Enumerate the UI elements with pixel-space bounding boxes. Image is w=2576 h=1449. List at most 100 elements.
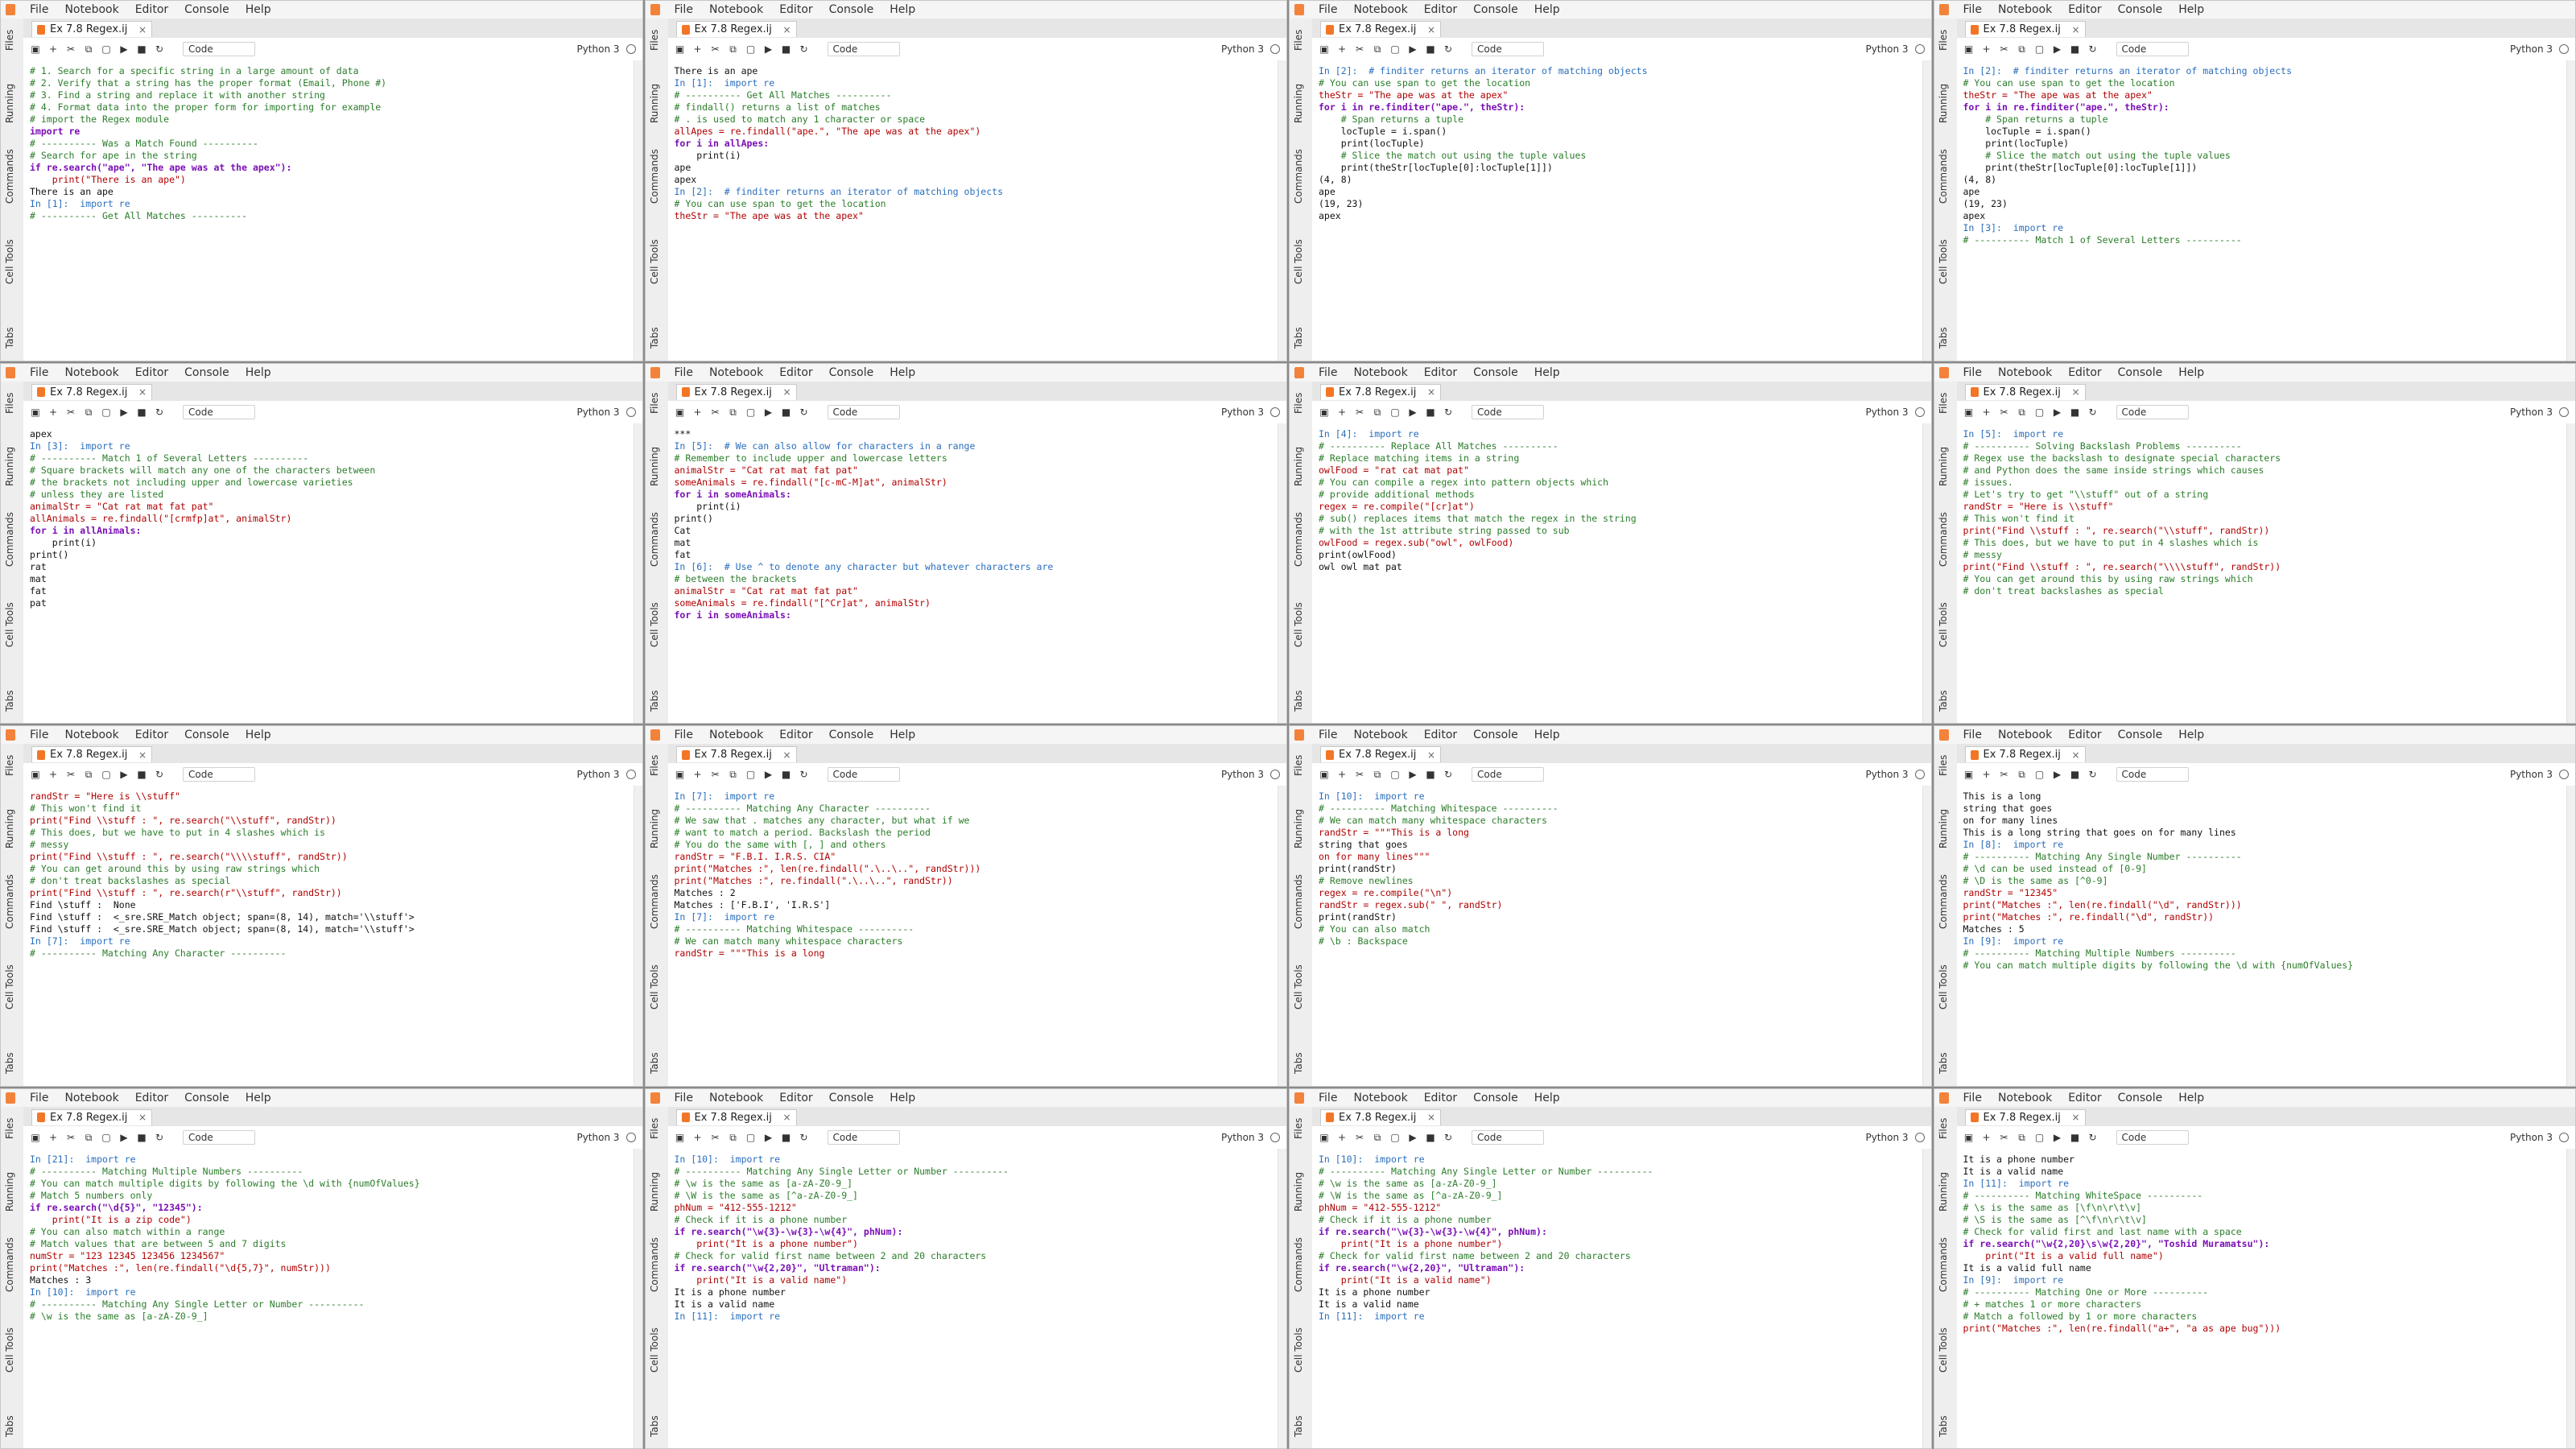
menu-editor[interactable]: Editor — [127, 1092, 176, 1104]
left-tab-cell-tools[interactable]: Cell Tools — [1938, 602, 1949, 647]
copy-icon[interactable]: ⧉ — [2017, 769, 2028, 780]
menu-help[interactable]: Help — [881, 3, 923, 16]
left-tab-tabs[interactable]: Tabs — [649, 327, 660, 349]
left-tab-tabs[interactable]: Tabs — [1938, 1415, 1949, 1437]
cut-icon[interactable]: ✂ — [710, 407, 721, 418]
close-icon[interactable]: × — [138, 24, 147, 35]
notebook-content[interactable]: In [7]: import re # ---------- Matching A… — [667, 786, 1286, 1086]
run-icon[interactable]: ▶ — [2052, 769, 2063, 780]
run-icon[interactable]: ▶ — [1407, 769, 1418, 780]
menu-notebook[interactable]: Notebook — [1345, 366, 1415, 379]
notebook-content[interactable]: In [10]: import re # ---------- Matching … — [667, 1148, 1286, 1448]
left-tab-commands[interactable]: Commands — [4, 149, 15, 204]
left-tab-commands[interactable]: Commands — [1938, 512, 1949, 567]
close-icon[interactable]: × — [2071, 749, 2079, 761]
notebook-tab[interactable]: Ex 7.8 Regex.ij × — [31, 383, 152, 400]
left-tab-running[interactable]: Running — [649, 446, 660, 485]
menu-console[interactable]: Console — [1465, 1092, 1526, 1104]
left-tab-commands[interactable]: Commands — [1293, 512, 1304, 567]
notebook-content[interactable]: In [2]: # finditer returns an iterator o… — [1312, 60, 1931, 361]
scrollbar[interactable] — [1922, 423, 1931, 723]
paste-icon[interactable]: ▢ — [745, 43, 757, 55]
left-tab-files[interactable]: Files — [1938, 392, 1949, 413]
menu-console[interactable]: Console — [821, 729, 882, 741]
cell-type-select[interactable]: Code — [827, 404, 900, 419]
notebook-content[interactable]: *** In [5]: # We can also allow for chara… — [667, 423, 1286, 723]
run-icon[interactable]: ▶ — [118, 769, 130, 780]
scrollbar[interactable] — [633, 786, 642, 1086]
notebook-tab[interactable]: Ex 7.8 Regex.ij × — [1320, 1108, 1441, 1125]
close-icon[interactable]: × — [1427, 24, 1435, 35]
copy-icon[interactable]: ⧉ — [1372, 1132, 1383, 1143]
left-tab-cell-tools[interactable]: Cell Tools — [4, 1327, 15, 1373]
cut-icon[interactable]: ✂ — [1999, 407, 2010, 418]
left-tab-cell-tools[interactable]: Cell Tools — [1293, 1327, 1304, 1373]
menu-help[interactable]: Help — [2170, 1092, 2212, 1104]
menu-notebook[interactable]: Notebook — [1345, 729, 1415, 741]
notebook-content[interactable]: It is a phone number It is a valid name In… — [1956, 1148, 2575, 1448]
left-tab-tabs[interactable]: Tabs — [1938, 690, 1949, 712]
cell-type-select[interactable]: Code — [1472, 767, 1544, 782]
left-tab-cell-tools[interactable]: Cell Tools — [649, 964, 660, 1009]
menu-editor[interactable]: Editor — [2060, 366, 2109, 379]
notebook-tab[interactable]: Ex 7.8 Regex.ij × — [675, 21, 797, 37]
left-tab-files[interactable]: Files — [1293, 1117, 1304, 1138]
restart-icon[interactable]: ↻ — [1443, 1132, 1454, 1143]
left-tab-tabs[interactable]: Tabs — [4, 327, 15, 349]
menu-console[interactable]: Console — [176, 366, 237, 379]
add-cell-icon[interactable]: + — [692, 1132, 704, 1143]
close-icon[interactable]: × — [2071, 24, 2079, 35]
menu-console[interactable]: Console — [2110, 3, 2171, 16]
menu-file[interactable]: File — [1955, 366, 1990, 379]
left-tab-cell-tools[interactable]: Cell Tools — [1293, 602, 1304, 647]
stop-icon[interactable]: ■ — [1425, 769, 1436, 780]
cell-type-select[interactable]: Code — [827, 42, 900, 56]
save-icon[interactable]: ▣ — [675, 407, 686, 418]
menu-help[interactable]: Help — [2170, 366, 2212, 379]
left-tab-commands[interactable]: Commands — [1293, 1237, 1304, 1292]
left-tab-cell-tools[interactable]: Cell Tools — [4, 239, 15, 284]
left-tab-cell-tools[interactable]: Cell Tools — [1938, 964, 1949, 1009]
notebook-tab[interactable]: Ex 7.8 Regex.ij × — [1320, 746, 1441, 762]
notebook-content[interactable]: apex In [3]: import re # ---------- Match … — [23, 423, 642, 723]
left-tab-files[interactable]: Files — [4, 755, 15, 776]
left-tab-tabs[interactable]: Tabs — [649, 690, 660, 712]
menu-notebook[interactable]: Notebook — [701, 729, 771, 741]
notebook-tab[interactable]: Ex 7.8 Regex.ij × — [1964, 383, 2086, 400]
cell-type-select[interactable]: Code — [2116, 42, 2189, 56]
left-tab-files[interactable]: Files — [1938, 755, 1949, 776]
left-tab-tabs[interactable]: Tabs — [4, 1052, 15, 1074]
left-tab-tabs[interactable]: Tabs — [1293, 327, 1304, 349]
notebook-tab[interactable]: Ex 7.8 Regex.ij × — [1964, 1108, 2086, 1125]
save-icon[interactable]: ▣ — [675, 1132, 686, 1143]
notebook-content[interactable]: In [4]: import re # ---------- Replace Al… — [1312, 423, 1931, 723]
restart-icon[interactable]: ↻ — [1443, 407, 1454, 418]
menu-editor[interactable]: Editor — [771, 1092, 820, 1104]
left-tab-cell-tools[interactable]: Cell Tools — [1293, 964, 1304, 1009]
menu-editor[interactable]: Editor — [1416, 729, 1465, 741]
cell-type-select[interactable]: Code — [183, 767, 255, 782]
paste-icon[interactable]: ▢ — [745, 1132, 757, 1143]
menu-console[interactable]: Console — [821, 3, 882, 16]
add-cell-icon[interactable]: + — [1981, 407, 1992, 418]
copy-icon[interactable]: ⧉ — [1372, 769, 1383, 780]
menu-notebook[interactable]: Notebook — [56, 366, 126, 379]
menu-file[interactable]: File — [22, 366, 56, 379]
left-tab-commands[interactable]: Commands — [4, 1237, 15, 1292]
cell-type-select[interactable]: Code — [2116, 1129, 2189, 1145]
add-cell-icon[interactable]: + — [692, 43, 704, 55]
left-tab-commands[interactable]: Commands — [649, 1237, 660, 1292]
scrollbar[interactable] — [2566, 423, 2575, 723]
notebook-content[interactable]: In [21]: import re # ---------- Matching … — [23, 1148, 642, 1448]
notebook-content[interactable]: There is an ape In [1]: import re # ------… — [667, 60, 1286, 361]
stop-icon[interactable]: ■ — [2070, 43, 2081, 55]
cell-type-select[interactable]: Code — [183, 1129, 255, 1145]
restart-icon[interactable]: ↻ — [799, 43, 810, 55]
restart-icon[interactable]: ↻ — [154, 407, 165, 418]
restart-icon[interactable]: ↻ — [154, 769, 165, 780]
notebook-tab[interactable]: Ex 7.8 Regex.ij × — [31, 21, 152, 37]
left-tab-cell-tools[interactable]: Cell Tools — [1938, 239, 1949, 284]
scrollbar[interactable] — [1922, 60, 1931, 361]
left-tab-tabs[interactable]: Tabs — [4, 1415, 15, 1437]
menu-editor[interactable]: Editor — [127, 3, 176, 16]
